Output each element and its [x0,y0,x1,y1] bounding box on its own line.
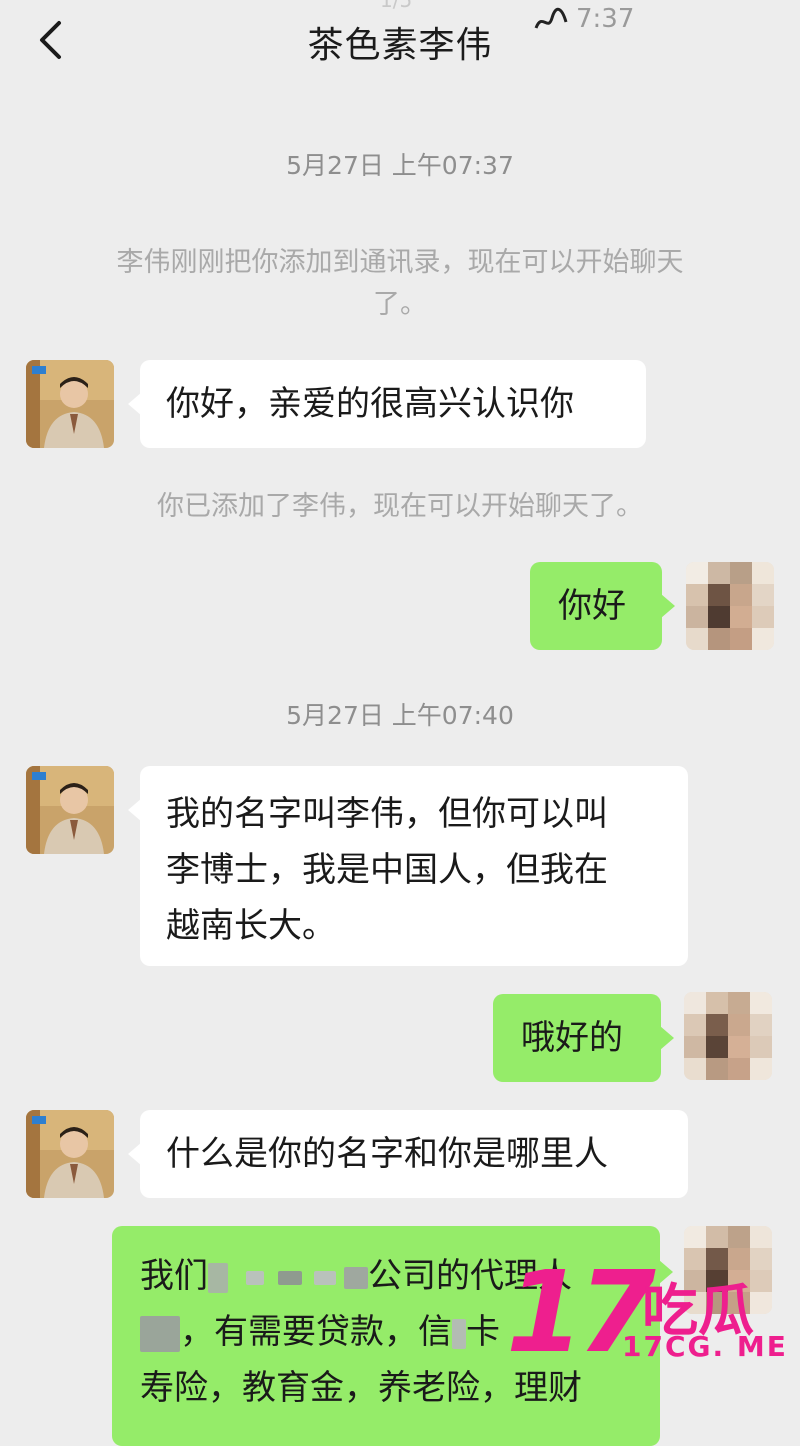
bubble-tail [660,1026,674,1050]
system-notice: 李伟刚刚把你添加到通讯录，现在可以开始聊天 了。 [60,242,740,326]
clock-text: 7:37 [576,4,635,34]
message-bubble-outgoing[interactable]: 你好 [530,562,662,650]
message-text: 什么是你的名字和你是哪里人 [166,1134,608,1174]
timestamp: 5月27日 上午07:37 [286,151,514,180]
message-text: 我们 [140,1256,208,1296]
system-notice-line: 李伟刚刚把你添加到通讯录，现在可以开始聊天 [116,247,684,278]
chat-header: 1/5 茶色素李伟 7:37 [0,0,800,80]
bubble-tail [661,594,675,618]
redacted-text [246,1270,264,1285]
message-text: ，有需要贷款，信 [180,1312,452,1352]
contact-avatar[interactable] [26,766,114,854]
watermark-site: 17CG. ME [622,1330,788,1363]
page-indicator: 1/5 [380,0,413,12]
timestamp: 5月27日 上午07:40 [286,701,514,730]
message-text-line: 我的名字叫李伟，但你可以叫 [166,794,608,834]
message-text-line: 李博士，我是中国人，但我在 [166,850,608,890]
system-notice: 你已添加了李伟，现在可以开始聊天了。 [157,491,643,522]
redacted-text [140,1315,180,1352]
contact-avatar[interactable] [26,1110,114,1198]
redacted-text [452,1318,466,1349]
user-avatar[interactable] [686,562,774,650]
contact-avatar-image [26,766,114,854]
redacted-text [208,1262,228,1293]
chat-title: 茶色素李伟 [307,25,493,66]
message-text: 你好，亲爱的很高兴认识你 [166,384,574,424]
message-bubble-incoming[interactable]: 我的名字叫李伟，但你可以叫 李博士，我是中国人，但我在 越南长大。 [140,766,688,966]
user-avatar-pixelated [686,562,774,650]
status-clock: 7:37 [534,4,634,34]
contact-avatar-image [26,360,114,448]
message-text: 卡 [466,1312,500,1352]
message-bubble-incoming[interactable]: 什么是你的名字和你是哪里人 [140,1110,688,1198]
message-bubble-incoming[interactable]: 你好，亲爱的很高兴认识你 [140,360,646,448]
message-bubble-outgoing[interactable]: 哦好的 [493,994,661,1082]
redacted-text [344,1266,368,1289]
redacted-text [314,1270,336,1285]
user-avatar-pixelated [684,992,772,1080]
system-notice-line: 了。 [373,289,427,320]
contact-avatar-image [26,1110,114,1198]
signal-scribble-icon [534,7,568,29]
contact-avatar[interactable] [26,360,114,448]
redacted-text [278,1270,302,1285]
message-text: 哦好的 [521,1018,623,1058]
message-text: 你好 [558,586,626,626]
user-avatar[interactable] [684,992,772,1080]
message-text-line: 越南长大。 [166,906,336,946]
